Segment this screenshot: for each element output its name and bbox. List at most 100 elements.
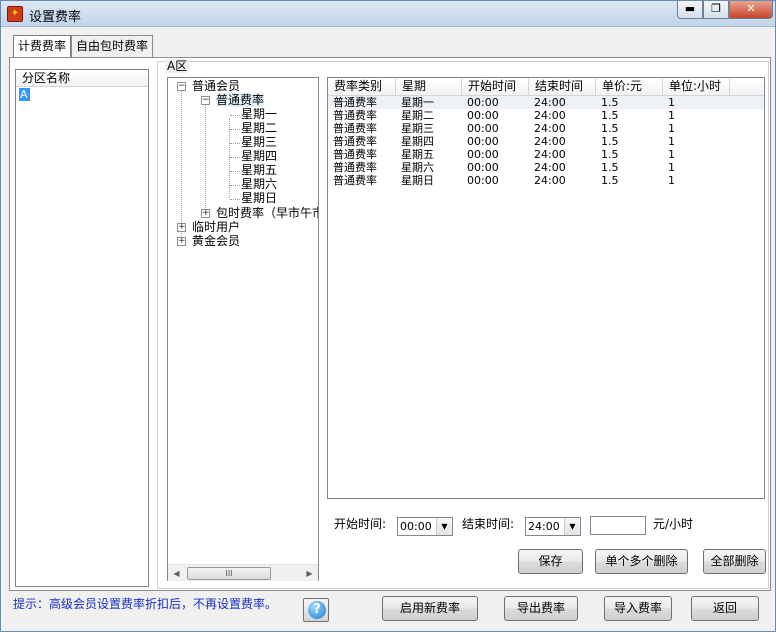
table-row[interactable]: 普通费率 星期二 00:00 24:00 1.5 1 [328,109,764,122]
start-time-select[interactable]: 00:00 ▼ [397,517,453,536]
column-header[interactable]: 单位:小时 [663,78,730,95]
table-cell: 24:00 [534,148,566,161]
tree-horizontal-scrollbar[interactable]: ◀ III ▶ [168,564,318,581]
chevron-down-icon[interactable]: ▼ [564,518,580,535]
table-cell: 普通费率 [333,161,377,174]
table-cell: 普通费率 [333,148,377,161]
tab-billing-rate[interactable]: 计费费率 [13,35,72,58]
table-cell: 00:00 [467,135,499,148]
price-input[interactable] [590,516,646,535]
table-cell: 1.5 [601,148,619,161]
table-cell: 1.5 [601,174,619,187]
column-header[interactable]: 星期 [396,78,462,95]
table-cell: 1.5 [601,122,619,135]
tree-node-friday[interactable]: 星期五 [241,163,277,177]
table-row[interactable]: 普通费率 星期日 00:00 24:00 1.5 1 [328,174,764,187]
zone-list-item[interactable]: A [19,88,30,101]
scroll-right-icon[interactable]: ▶ [301,565,318,582]
tab-free-package-rate[interactable]: 自由包时费率 [71,35,154,57]
tree-node-regular-rate[interactable]: 普通费率 [216,93,265,107]
tree-node-package-rate[interactable]: 包时费率（早市午市 [216,206,318,220]
table-cell: 星期一 [401,96,434,109]
window-title: 设置费率 [29,10,82,25]
table-cell: 星期四 [401,135,434,148]
tree-node-saturday[interactable]: 星期六 [241,177,277,191]
table-cell: 1.5 [601,161,619,174]
column-header[interactable]: 开始时间 [462,78,529,95]
table-cell: 普通费率 [333,174,377,187]
tree-node-tuesday[interactable]: 星期二 [241,121,277,135]
end-time-select[interactable]: 24:00 ▼ [525,517,581,536]
zone-list[interactable]: 分区名称 A [15,69,149,587]
table-cell: 普通费率 [333,122,377,135]
zone-list-header[interactable]: 分区名称 [16,70,148,87]
expand-toggle-icon[interactable]: + [201,209,210,218]
table-cell: 1 [668,96,675,109]
tree-node-monday[interactable]: 星期一 [241,107,277,121]
minimize-button[interactable]: ▬ [677,1,703,19]
rate-table-header: 费率类别 星期 开始时间 结束时间 单价:元 单位:小时 [328,78,764,96]
table-cell: 1 [668,109,675,122]
table-cell: 24:00 [534,122,566,135]
table-cell: 00:00 [467,122,499,135]
tree-node-thursday[interactable]: 星期四 [241,149,277,163]
start-time-label: 开始时间: [334,517,387,531]
hint-text: 提示：高级会员设置费率折扣后，不再设置费率。 [13,597,278,611]
end-time-label: 结束时间: [462,517,515,531]
import-rate-button[interactable]: 导入费率 [604,596,672,621]
table-cell: 00:00 [467,96,499,109]
table-row[interactable]: 普通费率 星期一 00:00 24:00 1.5 1 [328,96,764,109]
table-cell: 星期二 [401,109,434,122]
column-header[interactable]: 单价:元 [596,78,663,95]
table-cell: 1 [668,174,675,187]
tree-node-gold-member[interactable]: 黄金会员 [192,234,240,248]
table-row[interactable]: 普通费率 星期六 00:00 24:00 1.5 1 [328,161,764,174]
save-button[interactable]: 保存 [518,549,583,574]
table-cell: 1 [668,148,675,161]
tree-node-wednesday[interactable]: 星期三 [241,135,277,149]
maximize-button[interactable]: ❐ [703,1,729,19]
table-cell: 星期三 [401,122,434,135]
table-row[interactable]: 普通费率 星期四 00:00 24:00 1.5 1 [328,135,764,148]
tab-strip: 计费费率 自由包时费率 [13,35,154,58]
table-row[interactable]: 普通费率 星期五 00:00 24:00 1.5 1 [328,148,764,161]
title-bar[interactable]: ✦ 设置费率 ▬ ❐ ✕ [1,1,775,27]
rate-table[interactable]: 费率类别 星期 开始时间 结束时间 单价:元 单位:小时 普通费率 星期一 00… [327,77,765,499]
enable-new-rate-button[interactable]: 启用新费率 [382,596,478,621]
app-icon: ✦ [7,6,23,22]
table-cell: 1 [668,135,675,148]
scroll-thumb[interactable]: III [187,567,271,580]
column-header[interactable]: 结束时间 [529,78,596,95]
table-cell: 星期六 [401,161,434,174]
table-cell: 24:00 [534,174,566,187]
export-rate-button[interactable]: 导出费率 [504,596,578,621]
help-button[interactable]: ? [303,598,329,622]
table-cell: 1.5 [601,109,619,122]
tree-node-temporary-user[interactable]: 临时用户 [192,220,240,234]
close-button[interactable]: ✕ [729,1,773,19]
zone-group-label: A区 [165,59,190,73]
table-cell: 24:00 [534,135,566,148]
expand-toggle-icon[interactable]: − [177,82,186,91]
table-cell: 1.5 [601,135,619,148]
table-cell: 24:00 [534,96,566,109]
column-header[interactable]: 费率类别 [328,78,396,95]
chevron-down-icon[interactable]: ▼ [436,518,452,535]
settings-window: ✦ 设置费率 ▬ ❐ ✕ 计费费率 自由包时费率 分区名称 A A区 − 普通会… [0,0,776,632]
expand-toggle-icon[interactable]: + [177,223,186,232]
rate-tree[interactable]: − 普通会员 − 普通费率 星期一 星期二 星期三 星期四 星期五 星期六 星期… [167,77,319,581]
tree-node-regular-member[interactable]: 普通会员 [192,79,240,93]
table-cell: 1.5 [601,96,619,109]
table-cell: 1 [668,161,675,174]
table-cell: 星期五 [401,148,434,161]
expand-toggle-icon[interactable]: − [201,96,210,105]
scroll-left-icon[interactable]: ◀ [168,565,185,582]
expand-toggle-icon[interactable]: + [177,237,186,246]
table-cell: 普通费率 [333,135,377,148]
delete-all-button[interactable]: 全部删除 [703,549,766,574]
tree-node-sunday[interactable]: 星期日 [241,191,277,205]
delete-selected-button[interactable]: 单个多个删除 [595,549,688,574]
back-button[interactable]: 返回 [691,596,759,621]
table-row[interactable]: 普通费率 星期三 00:00 24:00 1.5 1 [328,122,764,135]
table-cell: 00:00 [467,161,499,174]
